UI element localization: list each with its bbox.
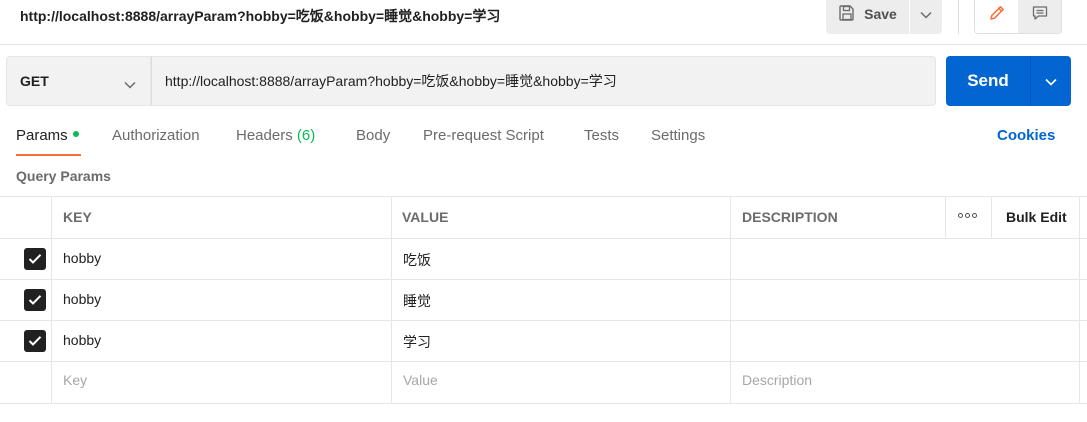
param-key[interactable]: hobby: [63, 250, 101, 266]
checkbox-checked-icon[interactable]: [24, 248, 46, 270]
more-options-icon[interactable]: [958, 213, 977, 218]
chevron-down-icon: [1045, 73, 1057, 89]
pencil-icon: [988, 4, 1006, 25]
save-button[interactable]: Save: [826, 0, 910, 34]
column-header-value: VALUE: [402, 209, 449, 225]
param-value[interactable]: 睡觉: [403, 291, 431, 311]
table-border: [0, 320, 1087, 321]
edit-mode-button[interactable]: [975, 0, 1018, 33]
param-value[interactable]: 学习: [403, 332, 431, 352]
method-select[interactable]: GET: [6, 56, 151, 106]
new-key-input[interactable]: Key: [63, 372, 87, 388]
param-key[interactable]: hobby: [63, 291, 101, 307]
save-options-button[interactable]: [910, 0, 942, 34]
tab-tests[interactable]: Tests: [584, 127, 619, 144]
tab-authorization[interactable]: Authorization: [112, 127, 200, 144]
tab-prerequest-script[interactable]: Pre-request Script: [423, 127, 544, 144]
new-description-input[interactable]: Description: [742, 372, 812, 388]
column-header-key: KEY: [63, 209, 92, 225]
chevron-down-icon: [124, 76, 136, 92]
request-header: http://localhost:8888/arrayParam?hobby=吃…: [0, 0, 1087, 44]
send-options-button[interactable]: [1030, 56, 1071, 106]
column-divider: [1079, 196, 1080, 403]
column-divider: [391, 196, 392, 403]
send-button-group: Send: [946, 56, 1071, 106]
table-border: [0, 238, 1087, 239]
new-value-input[interactable]: Value: [403, 372, 438, 388]
param-value[interactable]: 吃饭: [403, 250, 431, 270]
bulk-edit-button[interactable]: Bulk Edit: [1006, 209, 1067, 225]
save-icon: [838, 4, 856, 25]
table-border: [0, 361, 1087, 362]
tab-body[interactable]: Body: [356, 127, 390, 144]
send-button[interactable]: Send: [946, 56, 1030, 106]
tab-headers-label: Headers: [236, 127, 293, 144]
save-button-group: Save: [826, 0, 942, 34]
table-border: [0, 196, 1087, 197]
column-header-description: DESCRIPTION: [742, 209, 838, 225]
tab-headers[interactable]: Headers (6): [236, 127, 315, 144]
query-params-label: Query Params: [16, 168, 111, 184]
method-label: GET: [20, 73, 49, 89]
save-label: Save: [864, 6, 897, 22]
cookies-link[interactable]: Cookies: [997, 127, 1055, 144]
headers-count: (6): [296, 127, 316, 144]
comment-icon: [1031, 4, 1049, 25]
table-border: [0, 279, 1087, 280]
url-input[interactable]: http://localhost:8888/arrayParam?hobby=吃…: [151, 56, 936, 106]
active-tab-indicator: [16, 154, 81, 156]
tab-params-label: Params: [16, 127, 68, 144]
params-active-dot: [72, 131, 79, 138]
tab-params[interactable]: Params: [16, 127, 79, 144]
view-mode-toggle: [974, 0, 1062, 34]
chevron-down-icon: [920, 6, 932, 22]
request-title[interactable]: http://localhost:8888/arrayParam?hobby=吃…: [20, 6, 500, 26]
header-separator: [0, 44, 1087, 45]
toolbar-divider: [958, 0, 959, 34]
param-key[interactable]: hobby: [63, 332, 101, 348]
table-border: [0, 403, 1087, 404]
column-divider: [991, 196, 992, 238]
column-divider: [730, 196, 731, 403]
comments-button[interactable]: [1018, 0, 1061, 33]
column-divider: [945, 196, 946, 238]
tab-settings[interactable]: Settings: [651, 127, 705, 144]
column-divider: [51, 196, 52, 403]
checkbox-checked-icon[interactable]: [24, 289, 46, 311]
checkbox-checked-icon[interactable]: [24, 330, 46, 352]
